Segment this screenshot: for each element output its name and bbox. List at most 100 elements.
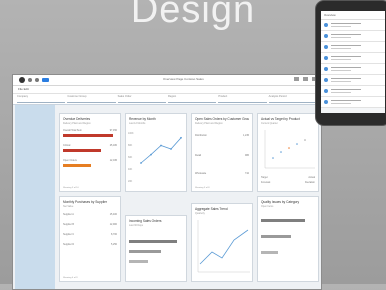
- list-item[interactable]: [321, 97, 385, 108]
- app-badge-icon[interactable]: [42, 78, 49, 82]
- list-item: Supplier C 8,700: [63, 233, 117, 236]
- list-item: Wholesale 742: [195, 172, 249, 175]
- scatter-point: [296, 143, 298, 145]
- scatter-plot: [264, 130, 315, 169]
- list-item[interactable]: [321, 42, 385, 53]
- list-item: Supplier B 12,900: [63, 223, 117, 226]
- card-sales-trend[interactable]: Aggregate Sales Trend Quarterly: [191, 203, 253, 282]
- card-title: Open Sales Orders by Customer Group: [195, 117, 249, 121]
- list-item: Supplier D 5,250: [63, 243, 117, 246]
- scatter-point: [304, 139, 306, 141]
- line-point: [180, 136, 182, 139]
- menu-bar[interactable]: File Edit: [13, 86, 321, 94]
- legend-item: Forecast Deviation: [261, 181, 315, 184]
- card-footer[interactable]: Showing 3 of 8: [195, 187, 209, 189]
- card-title: Revenue by Month: [129, 117, 156, 121]
- card-incoming-orders[interactable]: Incoming Sales Orders Last 30 Days: [125, 215, 187, 282]
- scatter-point: [272, 157, 274, 159]
- revenue-line: [140, 137, 182, 164]
- card-title: Aggregate Sales Trend: [195, 207, 228, 211]
- toolbar-icons: [19, 77, 49, 83]
- card-subtitle: Delivery Plant and Region: [195, 122, 223, 125]
- list-item: Open Orders 12,045: [63, 159, 117, 162]
- trend-chart: [197, 220, 250, 273]
- desktop-window: Overview Page Contoso Sales File Edit Co…: [12, 74, 322, 290]
- card-subtitle: Current Quarter: [261, 122, 278, 125]
- progress-bar: [129, 240, 177, 243]
- window-title: Overview Page Contoso Sales: [163, 77, 204, 81]
- progress-bar: [63, 164, 91, 167]
- card-open-orders[interactable]: Open Sales Orders by Customer Group Deli…: [191, 113, 253, 192]
- filter-company[interactable]: Company: [17, 94, 66, 104]
- back-icon[interactable]: [28, 78, 32, 82]
- card-title: Actual vs Target by Product: [261, 117, 300, 121]
- list-item: Supplier A 15,400: [63, 213, 117, 216]
- card-subtitle: Net Value: [63, 205, 74, 208]
- filter-product[interactable]: Product: [218, 94, 267, 104]
- card-subtitle: Quarterly: [195, 212, 205, 215]
- filter-sales-order[interactable]: Sales Order: [117, 94, 166, 104]
- progress-bar: [261, 219, 305, 222]
- list-item[interactable]: [321, 20, 385, 31]
- progress-bar: [261, 235, 291, 238]
- progress-bar: [129, 250, 161, 253]
- y-tick-label: 20K: [128, 180, 133, 183]
- card-purchases[interactable]: Monthly Purchases by Supplier Net Value …: [59, 196, 121, 282]
- shell-logo-icon[interactable]: [19, 77, 25, 83]
- list-item[interactable]: [321, 75, 385, 86]
- list-item[interactable]: [321, 31, 385, 42]
- line-point: [170, 148, 172, 150]
- home-icon[interactable]: [35, 78, 39, 82]
- card-title: Incoming Sales Orders: [129, 219, 162, 223]
- card-quality-issues[interactable]: Quality Issues by Category Open Items: [257, 196, 319, 282]
- card-title: Overdue Deliveries: [63, 117, 91, 121]
- trend-line: [199, 229, 249, 265]
- phone-screen: Overview: [321, 11, 385, 113]
- list-item: Critical 25,180: [63, 144, 117, 147]
- progress-bar: [63, 149, 101, 152]
- card-subtitle: Last 12 Months: [129, 122, 146, 125]
- line-point: [160, 144, 162, 147]
- card-subtitle: Last 30 Days: [129, 224, 143, 227]
- phone-mockup: Overview: [315, 0, 386, 126]
- filter-region[interactable]: Region: [167, 94, 217, 104]
- y-tick-label: 80K: [128, 144, 133, 147]
- card-area: Overdue Deliveries Delivery Plant and Re…: [15, 105, 319, 289]
- card-title: Monthly Purchases by Supplier: [63, 200, 107, 204]
- scatter-point: [288, 147, 290, 149]
- list-item: Distribution 1,245: [195, 134, 249, 137]
- list-item: Retail 986: [195, 154, 249, 157]
- minimize-icon[interactable]: [294, 77, 299, 81]
- progress-bar: [129, 260, 148, 263]
- card-revenue-line-chart[interactable]: Revenue by Month Last 12 Months 100K 80K 6…: [125, 113, 187, 192]
- window-controls: [294, 77, 317, 81]
- card-footer[interactable]: Showing 4 of 9: [63, 277, 77, 279]
- progress-bar: [261, 251, 278, 254]
- phone-header: Overview: [321, 11, 385, 20]
- card-subtitle: Open Items: [261, 205, 274, 208]
- y-tick-label: 100K: [128, 132, 134, 135]
- list-item[interactable]: [321, 53, 385, 64]
- card-footer[interactable]: Showing 3 of 10: [63, 187, 79, 189]
- title-bar: Overview Page Contoso Sales: [13, 75, 321, 86]
- side-strip: [15, 105, 55, 289]
- legend-item: Target Actual: [261, 176, 315, 179]
- line-point: [150, 153, 152, 156]
- scatter-point: [280, 151, 282, 153]
- line-chart: 100K 80K 60K 40K 20K: [128, 132, 182, 183]
- filter-analysis-period[interactable]: Analysis Period: [268, 94, 317, 104]
- filter-customer-group[interactable]: Customer Group: [67, 94, 116, 104]
- card-scatter-chart[interactable]: Actual vs Target by Product Current Quar…: [257, 113, 319, 192]
- line-point: [140, 162, 142, 164]
- list-item[interactable]: [321, 64, 385, 75]
- card-overdue-deliveries[interactable]: Overdue Deliveries Delivery Plant and Re…: [59, 113, 121, 192]
- list-item[interactable]: [321, 86, 385, 97]
- card-subtitle: Delivery Plant and Region: [63, 122, 91, 125]
- maximize-icon[interactable]: [303, 77, 308, 81]
- card-title: Quality Issues by Category: [261, 200, 300, 204]
- y-tick-label: 60K: [128, 156, 133, 159]
- filter-bar: Company Customer Group Sales Order Regio…: [13, 94, 321, 105]
- y-tick-label: 40K: [128, 168, 133, 171]
- progress-bar: [63, 134, 113, 137]
- list-item: Overall Total Sum 97,450: [63, 129, 117, 132]
